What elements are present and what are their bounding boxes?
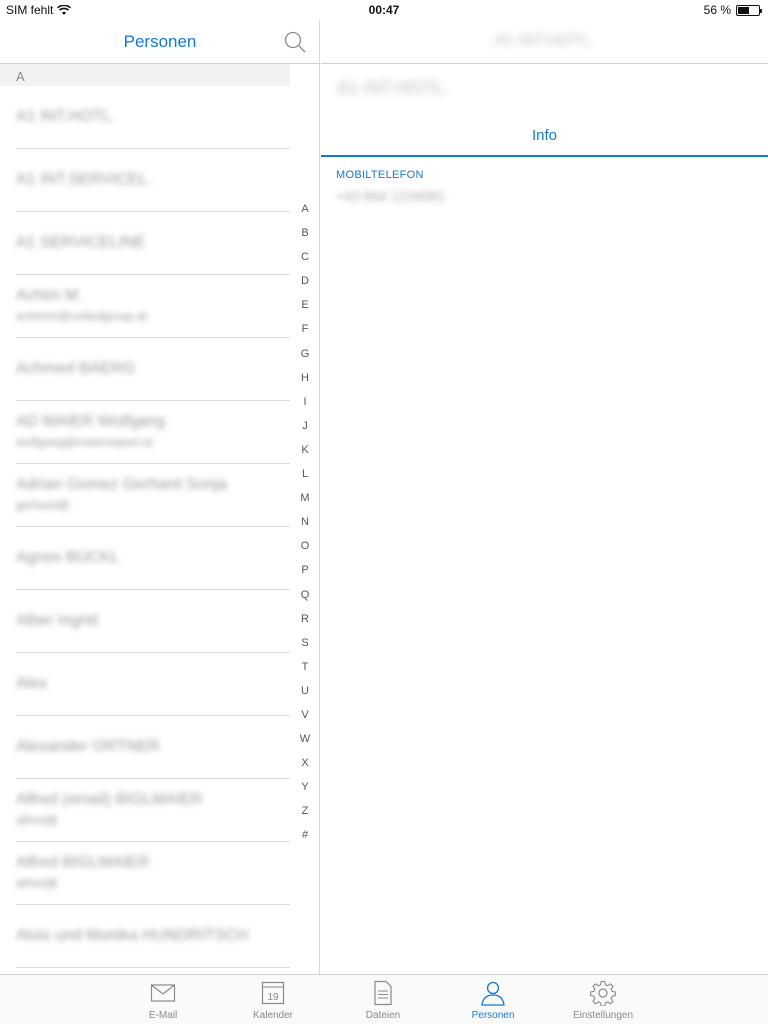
- contact-name: AD MAIER Wolfgang: [16, 413, 166, 430]
- search-button[interactable]: [283, 30, 307, 54]
- index-letter[interactable]: #: [296, 828, 314, 852]
- alphabet-index[interactable]: A B C D E F G H I J K L M N O P Q R S T U V W X Y Z #: [296, 202, 314, 853]
- tab-info[interactable]: Info: [321, 117, 768, 157]
- index-letter[interactable]: M: [296, 491, 314, 515]
- contact-list: A1 INT.HOTL. A1 INT.SERVICEL. A1 SERVICELI…: [0, 86, 290, 968]
- list-item[interactable]: Alfred BIGLMAIER alfred@: [0, 842, 290, 905]
- gear-icon: [590, 980, 616, 1006]
- contact-email: achimm@unitedgroup.at: [16, 309, 147, 323]
- person-icon: [481, 981, 505, 1006]
- tab-label: Einstellungen: [572, 1010, 634, 1021]
- contact-name: A1 INT.HOTL.: [16, 108, 116, 125]
- status-time: 00:47: [368, 3, 400, 17]
- contact-name: Alber Ingrid: [16, 612, 98, 629]
- contact-name: Achim M.: [16, 287, 83, 304]
- contact-name: A1 SERVICELINE: [16, 234, 146, 251]
- index-letter[interactable]: K: [296, 443, 314, 467]
- index-letter[interactable]: H: [296, 371, 314, 395]
- index-letter[interactable]: S: [296, 636, 314, 660]
- index-letter[interactable]: U: [296, 684, 314, 708]
- index-letter[interactable]: L: [296, 467, 314, 491]
- index-letter[interactable]: R: [296, 612, 314, 636]
- list-item[interactable]: A1 INT.HOTL.: [0, 86, 290, 149]
- index-letter[interactable]: T: [296, 660, 314, 684]
- mail-icon: [150, 984, 176, 1002]
- index-letter[interactable]: X: [296, 756, 314, 780]
- contact-name: Alfred (email) BIGLMAIER: [16, 791, 203, 808]
- detail-header-title: A1 INT.HOTL.: [494, 32, 595, 49]
- tab-files[interactable]: Dateien: [343, 980, 423, 1021]
- list-item[interactable]: Agnes BÜCKL: [0, 527, 290, 590]
- index-letter[interactable]: V: [296, 708, 314, 732]
- list-item[interactable]: Adrian Gomez Gerhard Sonja gerhard@: [0, 464, 290, 527]
- index-letter[interactable]: W: [296, 732, 314, 756]
- list-item[interactable]: Achim M. achimm@unitedgroup.at: [0, 275, 290, 338]
- contact-name: Alex: [16, 675, 48, 692]
- contact-name: A1 INT.HOTL.: [337, 78, 450, 98]
- tab-calendar[interactable]: 19 Kalender: [233, 980, 313, 1021]
- index-letter[interactable]: A: [296, 202, 314, 226]
- contact-email: gerhard@: [16, 498, 70, 512]
- status-right: 56 %: [703, 3, 762, 17]
- contact-name: Alois und Monika HUNDRITSCH: [16, 927, 249, 944]
- list-item[interactable]: Alber Ingrid: [0, 590, 290, 653]
- index-letter[interactable]: I: [296, 395, 314, 419]
- contact-name: Adrian Gomez Gerhard Sonja: [16, 476, 227, 493]
- contact-name: A1 INT.SERVICEL.: [16, 171, 152, 188]
- search-icon: [284, 31, 306, 53]
- tab-label: E-Mail: [148, 1010, 178, 1021]
- mobile-phone-label: MOBILTELEFON: [336, 169, 424, 181]
- battery-text: 56 %: [703, 3, 731, 17]
- tab-label: Kalender: [252, 1010, 294, 1021]
- contact-detail-pane: A1 INT.HOTL. A1 INT.HOTL. Info MOBILTELE…: [321, 20, 768, 974]
- index-letter[interactable]: D: [296, 274, 314, 298]
- list-item[interactable]: A1 SERVICELINE: [0, 212, 290, 275]
- section-header: A: [0, 64, 290, 86]
- contact-name: Agnes BÜCKL: [16, 549, 120, 566]
- list-item[interactable]: A1 INT.SERVICEL.: [0, 149, 290, 212]
- index-letter[interactable]: O: [296, 539, 314, 563]
- document-icon: [374, 980, 392, 1006]
- contact-name: Alexander ORTNER: [16, 738, 160, 755]
- status-bar: SIM fehlt 00:47 56 %: [0, 0, 768, 20]
- detail-header: A1 INT.HOTL.: [321, 20, 768, 64]
- contact-email: wolfgang@maierexport.at: [16, 435, 153, 449]
- list-item[interactable]: Alois und Monika HUNDRITSCH: [0, 905, 290, 968]
- index-letter[interactable]: J: [296, 419, 314, 443]
- battery-fill: [738, 6, 750, 14]
- contact-name: Achmed BAERG: [16, 360, 136, 377]
- index-letter[interactable]: Y: [296, 780, 314, 804]
- index-letter[interactable]: Q: [296, 588, 314, 612]
- list-item[interactable]: Achmed BAERG: [0, 338, 290, 401]
- calendar-icon: 19: [261, 981, 285, 1005]
- index-letter[interactable]: B: [296, 226, 314, 250]
- list-item[interactable]: Alexander ORTNER: [0, 716, 290, 779]
- index-letter[interactable]: G: [296, 347, 314, 371]
- list-item[interactable]: Alex: [0, 653, 290, 716]
- tab-people[interactable]: Personen: [453, 980, 533, 1021]
- index-letter[interactable]: E: [296, 298, 314, 322]
- tab-email[interactable]: E-Mail: [123, 980, 203, 1021]
- battery-icon: [736, 4, 762, 16]
- mobile-phone-value[interactable]: +43 664 1234561: [336, 188, 445, 204]
- contact-email: alfred@: [16, 813, 59, 827]
- tab-settings[interactable]: Einstellungen: [563, 980, 643, 1021]
- index-letter[interactable]: Z: [296, 804, 314, 828]
- list-item[interactable]: AD MAIER Wolfgang wolfgang@maierexport.at: [0, 401, 290, 464]
- calendar-day: 19: [267, 992, 279, 1003]
- index-letter[interactable]: F: [296, 322, 314, 346]
- list-header: Personen: [0, 20, 319, 64]
- page-title: Personen: [123, 32, 197, 51]
- tab-label: Dateien: [365, 1010, 401, 1021]
- index-letter[interactable]: N: [296, 515, 314, 539]
- list-item[interactable]: Alfred (email) BIGLMAIER alfred@: [0, 779, 290, 842]
- tab-bar: E-Mail 19 Kalender Dateien Personen Eins…: [0, 974, 768, 1024]
- index-letter[interactable]: P: [296, 563, 314, 587]
- contact-email: alfred@: [16, 876, 59, 890]
- tab-label: Personen: [471, 1010, 515, 1021]
- index-letter[interactable]: C: [296, 250, 314, 274]
- contact-list-pane: Personen A A1 INT.HOTL. A1 INT.SERVICEL. A…: [0, 20, 320, 974]
- contact-name: Alfred BIGLMAIER: [16, 854, 150, 871]
